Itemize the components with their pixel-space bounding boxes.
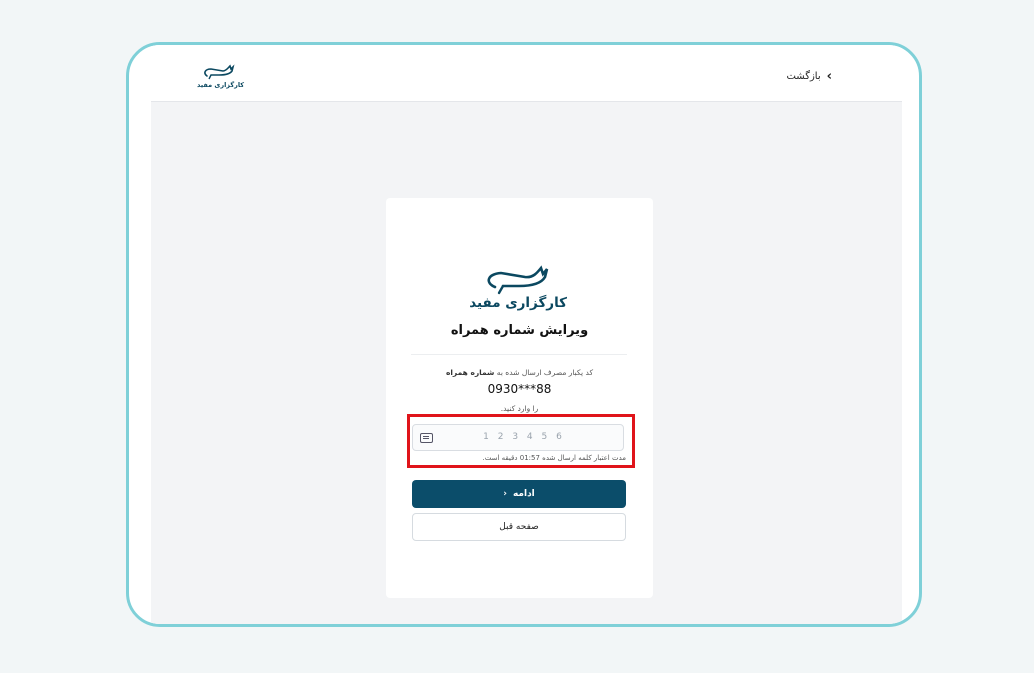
otp-placeholder: 1 2 3 4 5 6 [483,432,565,442]
card-logo-text: کارگزاری مفید [469,295,567,311]
page-title: ویرایش شماره همراه [450,323,589,338]
otp-input[interactable]: 1 2 3 4 5 6 [412,424,624,451]
chevron-left-icon: ‹ [503,489,507,499]
otp-timer: مدت اعتبار کلمه ارسال شده 01:57 دقیقه اس… [482,454,627,462]
top-bar: کارگزاری مفید بازگشت ‹ [151,45,902,102]
bull-logo-icon [487,265,549,295]
header-logo[interactable]: کارگزاری مفید [197,64,245,92]
phone-number: 0930***88 [487,382,552,396]
bull-logo-icon [204,64,235,80]
otp-message: کد یکبار مصرف ارسال شده به شماره همراه [386,368,653,377]
continue-button[interactable]: ادامه ‹ [412,480,626,508]
divider [411,354,627,355]
main-content: کارگزاری مفید ویرایش شماره همراه کد یکبا… [151,102,902,624]
device-frame: کارگزاری مفید بازگشت ‹ کارگزاری مفید ویر… [126,42,922,627]
otp-message-prefix: کد یکبار مصرف ارسال شده به [496,368,594,377]
card-logo: کارگزاری مفید [469,265,567,315]
otp-card: کارگزاری مفید ویرایش شماره همراه کد یکبا… [386,198,653,598]
otp-message-suffix: را وارد کنید. [500,404,539,413]
chevron-left-icon: ‹ [826,68,832,84]
continue-label: ادامه [512,489,535,499]
back-label: بازگشت [786,71,821,82]
previous-page-button[interactable]: صفحه قبل [412,513,626,541]
back-button[interactable]: بازگشت ‹ [786,68,832,84]
previous-page-label: صفحه قبل [499,522,539,532]
otp-message-bold: شماره همراه [445,368,495,377]
header-logo-text: کارگزاری مفید [197,81,245,89]
